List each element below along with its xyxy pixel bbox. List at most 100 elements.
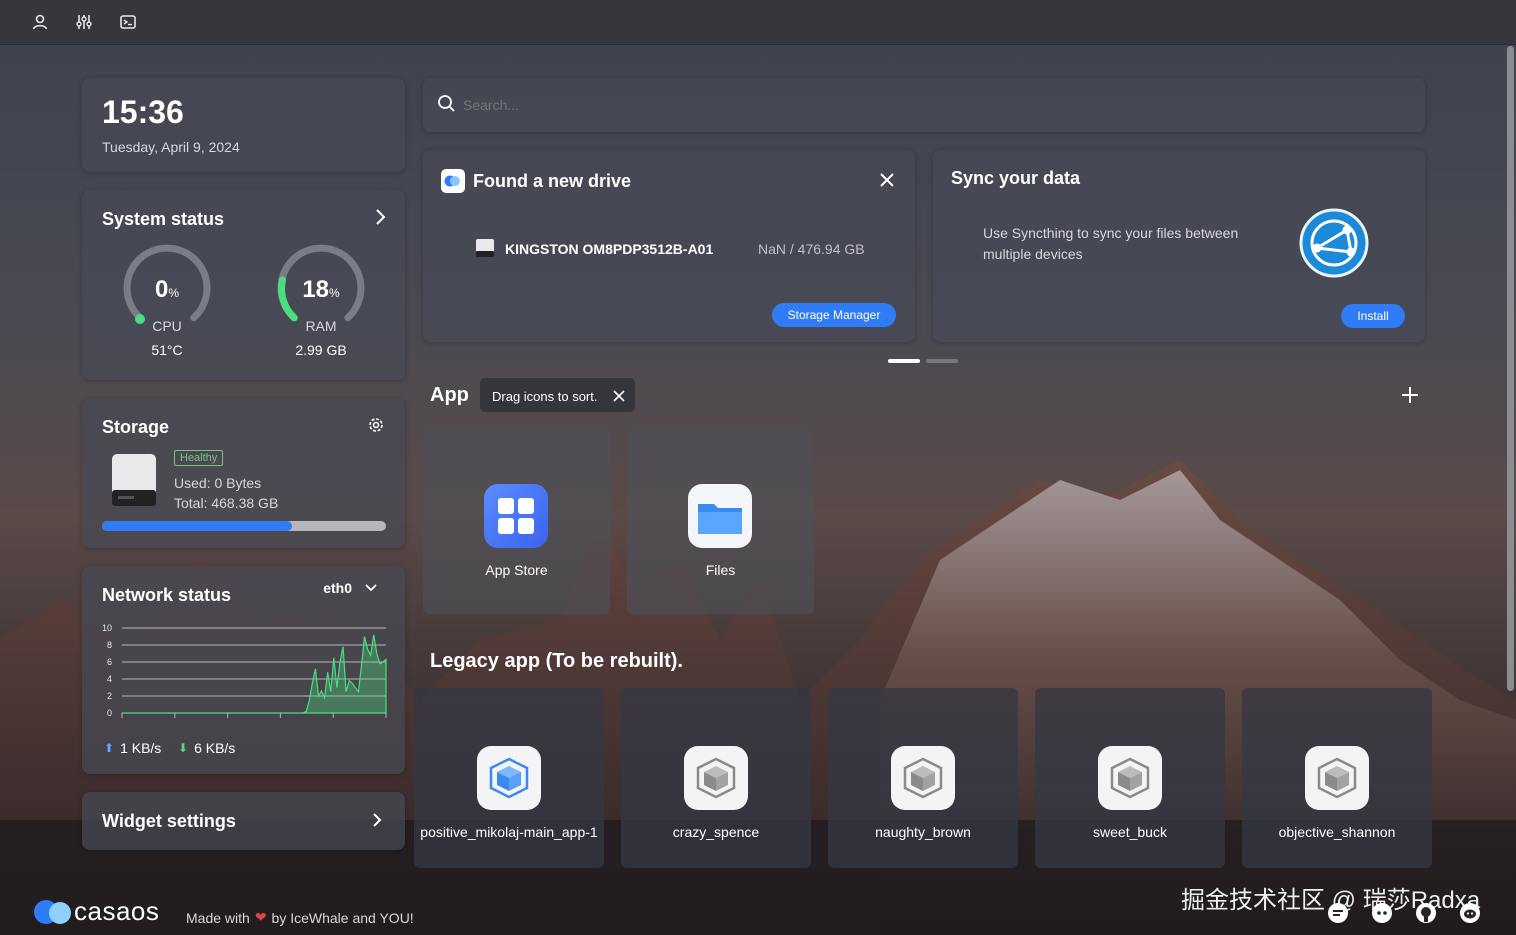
ram-gauge: 18% RAM [274, 244, 368, 338]
cube-icon [684, 746, 748, 810]
reddit-icon[interactable] [1458, 901, 1482, 930]
cube-icon [891, 746, 955, 810]
heart-icon: ❤ [254, 909, 267, 925]
storage-title: Storage [102, 417, 170, 437]
legacy-section-title: Legacy app (To be rebuilt). [430, 650, 683, 672]
github-icon[interactable] [1414, 901, 1438, 930]
syncthing-icon [1299, 208, 1369, 278]
legacy-app-tile[interactable]: crazy_spence [621, 688, 811, 868]
storage-used: Used: 0 Bytes [174, 475, 262, 491]
close-icon[interactable] [613, 389, 625, 407]
clock-time: 15:36 [102, 94, 184, 130]
widget-settings-button[interactable]: Widget settings [82, 792, 405, 850]
top-bar [0, 0, 1516, 45]
legacy-app-tile[interactable]: naughty_brown [828, 688, 1018, 868]
network-chart: 0 2 4 6 8 10 [102, 623, 387, 718]
drag-tooltip: Drag icons to sort. [480, 378, 635, 412]
network-status-widget: Network status eth0 0 2 4 6 8 10 ⬆ 1 KB/s ⬇ 6… [82, 566, 405, 774]
ram-usage: 2.99 GB [295, 342, 347, 358]
cube-icon [477, 746, 541, 810]
chevron-down-icon [365, 584, 377, 592]
legacy-app-tile[interactable]: sweet_buck [1035, 688, 1225, 868]
sync-card: Sync your data Use Syncthing to sync you… [933, 150, 1425, 342]
add-app-icon[interactable] [1400, 385, 1420, 410]
y-tick-label: 2 [107, 691, 112, 701]
sync-description: Use Syncthing to sync your files between… [983, 223, 1238, 265]
legacy-app-label: naughty_brown [875, 824, 971, 840]
cube-icon [1098, 746, 1162, 810]
legacy-app-label: sweet_buck [1093, 824, 1167, 840]
cube-icon [1305, 746, 1369, 810]
new-drive-card: Found a new drive KINGSTON OM8PDP3512B-A… [423, 150, 915, 342]
user-icon[interactable] [30, 12, 50, 32]
drive-name: KINGSTON OM8PDP3512B-A01 [505, 241, 714, 257]
network-status-title: Network status [102, 585, 232, 605]
disk-icon [110, 452, 158, 508]
settings-sliders-icon[interactable] [74, 12, 94, 32]
sync-title: Sync your data [951, 168, 1081, 188]
y-tick-label: 8 [107, 640, 112, 650]
search-icon [438, 95, 455, 112]
cpu-gauge: 0% CPU [120, 244, 214, 338]
upload-value: 1 KB/s [120, 740, 162, 756]
storage-widget: Storage Healthy Used: 0 Bytes Total: 468… [82, 398, 405, 548]
new-drive-title: Found a new drive [473, 171, 632, 191]
search-bar[interactable] [423, 78, 1425, 132]
sync-description-line: Use Syncthing to sync your files between [983, 225, 1239, 241]
system-status-widget: System status 0% CPU 51°C 18% RAM 2.99 G… [82, 190, 405, 380]
app-label: Files [705, 562, 736, 578]
drive-size: NaN / 476.94 GB [758, 241, 865, 257]
app-tile-app-store[interactable]: App Store [423, 430, 610, 614]
ram-value: 18 [302, 276, 330, 303]
cpu-unit: % [168, 286, 180, 300]
network-area-series [122, 634, 387, 714]
footer-credit: Made with ❤ by IceWhale and YOU! [186, 909, 414, 926]
footer-by: by IceWhale and YOU! [271, 909, 414, 926]
storage-bar [102, 521, 386, 531]
casaos-logo-icon [441, 169, 465, 193]
y-tick-label: 4 [107, 674, 112, 684]
storage-bar-fill [102, 521, 293, 531]
storage-health-badge: Healthy [174, 450, 224, 466]
storage-manager-button[interactable]: Storage Manager [772, 303, 896, 327]
system-status-title: System status [102, 209, 225, 229]
install-button[interactable]: Install [1341, 304, 1405, 328]
legacy-app-tile[interactable]: objective_shannon [1242, 688, 1432, 868]
upload-speed: ⬆ 1 KB/s [104, 740, 161, 756]
arrow-down-icon: ⬇ [178, 741, 189, 755]
storage-total: Total: 468.38 GB [174, 495, 279, 511]
y-tick-label: 0 [107, 708, 112, 718]
page-scrollbar[interactable] [1507, 46, 1514, 691]
app-section-title: App [430, 384, 469, 406]
download-speed: ⬇ 6 KB/s [178, 740, 235, 756]
clock-date: Tuesday, April 9, 2024 [102, 139, 240, 155]
chat-icon[interactable] [1326, 901, 1350, 930]
search-input[interactable] [463, 92, 1363, 118]
widget-settings-label: Widget settings [102, 811, 236, 831]
brand-name: casaos [74, 896, 160, 926]
carousel-dot-active[interactable] [888, 359, 920, 363]
casaos-brand[interactable]: casaos [34, 896, 159, 927]
interface-select[interactable]: eth0 [323, 580, 378, 596]
y-tick-label: 6 [107, 657, 112, 667]
legacy-app-label: positive_mikolaj-main_app-1 [420, 824, 598, 840]
ram-label: RAM [305, 318, 337, 334]
cpu-label: CPU [152, 318, 182, 334]
legacy-app-tile[interactable]: positive_mikolaj-main_app-1 [414, 688, 604, 868]
drag-tooltip-text: Drag icons to sort. [492, 389, 598, 404]
terminal-icon[interactable] [118, 12, 138, 32]
app-tile-files[interactable]: Files [627, 430, 814, 614]
close-icon[interactable] [879, 172, 895, 193]
discord-icon[interactable] [1370, 901, 1394, 930]
carousel-dot[interactable] [926, 359, 958, 363]
ram-unit: % [329, 286, 340, 300]
gear-icon[interactable] [367, 416, 385, 439]
app-store-icon [484, 484, 548, 548]
cpu-value: 0 [154, 276, 169, 303]
download-value: 6 KB/s [194, 740, 236, 756]
app-label: App Store [485, 562, 548, 578]
chevron-right-icon [371, 812, 383, 833]
legacy-app-label: objective_shannon [1278, 824, 1396, 840]
clock-widget: 15:36 Tuesday, April 9, 2024 [82, 78, 405, 172]
chevron-right-icon[interactable] [373, 208, 387, 231]
